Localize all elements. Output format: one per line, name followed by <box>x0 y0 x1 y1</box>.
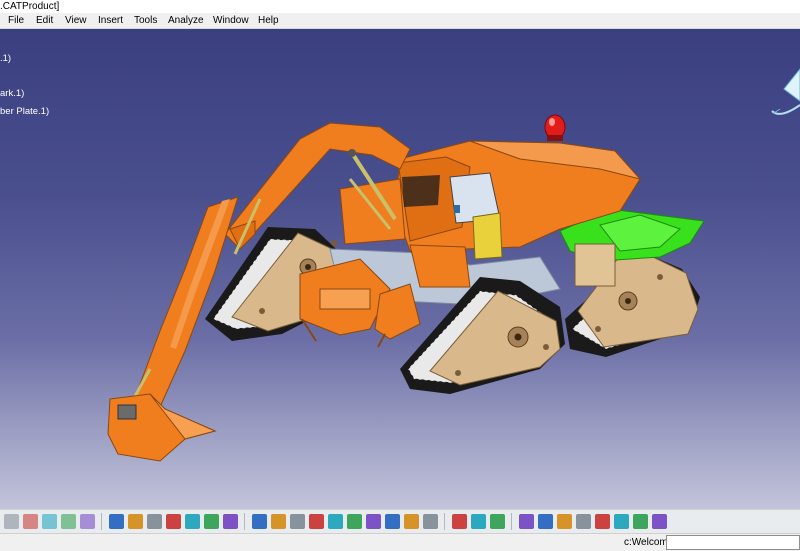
formula-icon[interactable] <box>109 514 124 529</box>
zoom-out-icon[interactable] <box>328 514 343 529</box>
window-title: .CATProduct] <box>0 1 60 12</box>
3d-viewport[interactable]: .1) ark.1) ber Plate.1) <box>0 29 800 509</box>
command-input[interactable] <box>666 535 800 550</box>
undo-icon[interactable] <box>42 514 57 529</box>
manipulate-icon[interactable] <box>490 514 505 529</box>
new-icon[interactable] <box>4 514 19 529</box>
measure-icon[interactable] <box>147 514 162 529</box>
status-bar: c:Welcome <box>0 533 800 551</box>
compass-icon[interactable] <box>519 514 534 529</box>
sectioning-icon[interactable] <box>633 514 648 529</box>
menu-window[interactable]: Window <box>213 13 249 29</box>
iso-view-icon[interactable] <box>366 514 381 529</box>
parts-icon[interactable] <box>223 514 238 529</box>
menu-insert[interactable]: Insert <box>98 13 123 29</box>
beacon-light <box>544 114 566 141</box>
clash-icon[interactable] <box>557 514 572 529</box>
menu-view[interactable]: View <box>65 13 87 29</box>
pan-icon[interactable] <box>271 514 286 529</box>
render-style-icon[interactable] <box>385 514 400 529</box>
menu-analyze[interactable]: Analyze <box>168 13 204 29</box>
bottom-toolbar <box>0 509 800 533</box>
rotate-icon[interactable] <box>290 514 305 529</box>
title-bar: .CATProduct] <box>0 0 800 13</box>
menu-edit[interactable]: Edit <box>36 13 53 29</box>
fit-all-icon[interactable] <box>252 514 267 529</box>
constraint-icon[interactable] <box>452 514 467 529</box>
menu-help[interactable]: Help <box>258 13 279 29</box>
table-icon[interactable] <box>166 514 181 529</box>
apply-material-icon[interactable] <box>614 514 629 529</box>
knowledge-icon[interactable] <box>128 514 143 529</box>
search-icon[interactable] <box>576 514 591 529</box>
catalog-icon[interactable] <box>204 514 219 529</box>
open-icon[interactable] <box>23 514 38 529</box>
menu-bar: File Edit View Insert Tools Analyze Wind… <box>0 13 800 29</box>
zoom-in-icon[interactable] <box>309 514 324 529</box>
swap-icon[interactable] <box>423 514 438 529</box>
shading-icon[interactable] <box>595 514 610 529</box>
toolbar-separator <box>444 513 445 530</box>
whats-this-icon[interactable] <box>80 514 95 529</box>
menu-file[interactable]: File <box>8 13 24 29</box>
explode-icon[interactable] <box>538 514 553 529</box>
graph-icon[interactable] <box>185 514 200 529</box>
toolbar-separator <box>244 513 245 530</box>
toolbar-separator <box>511 513 512 530</box>
menu-tools[interactable]: Tools <box>134 13 157 29</box>
hide-show-icon[interactable] <box>404 514 419 529</box>
toolbar-separator <box>101 513 102 530</box>
normal-view-icon[interactable] <box>347 514 362 529</box>
snap-icon[interactable] <box>471 514 486 529</box>
excavator-model[interactable] <box>0 29 800 509</box>
redo-icon[interactable] <box>61 514 76 529</box>
properties-icon[interactable] <box>652 514 667 529</box>
